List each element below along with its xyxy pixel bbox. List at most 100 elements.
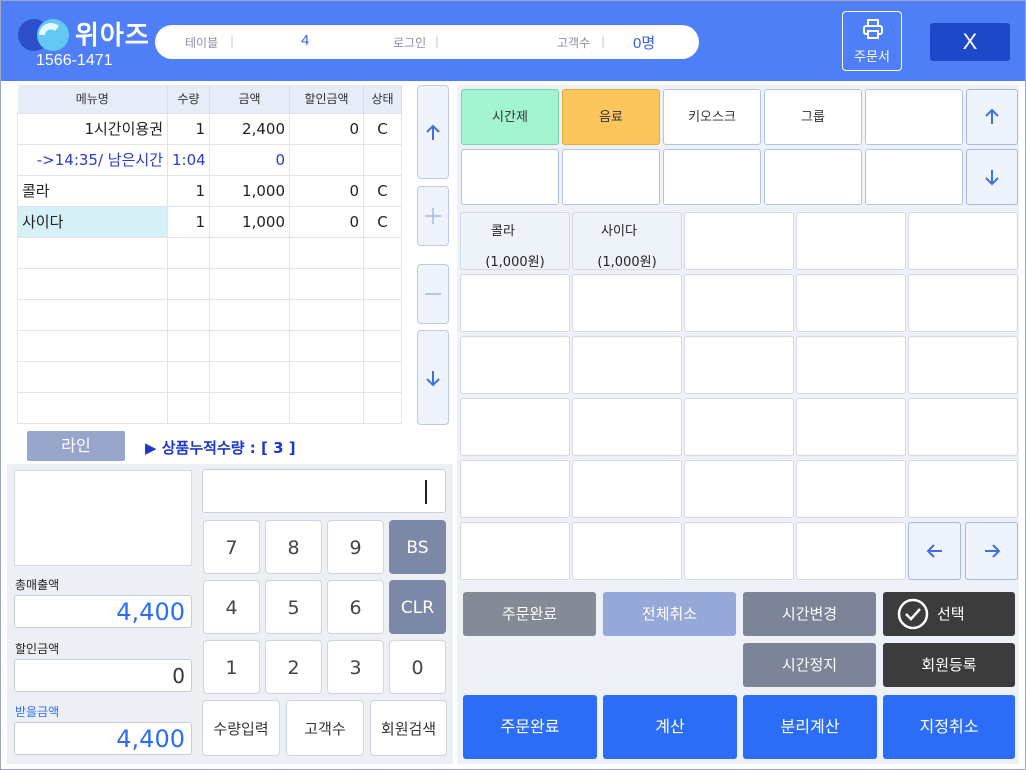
product-cola[interactable]: 콜라 (1,000원) [460, 212, 570, 270]
product-empty[interactable] [796, 274, 906, 332]
clear-key[interactable]: CLR [389, 580, 446, 634]
category-down-button[interactable] [966, 149, 1018, 205]
product-empty[interactable] [908, 460, 1018, 518]
key-2[interactable]: 2 [265, 640, 322, 694]
category-empty[interactable] [865, 149, 963, 205]
key-1[interactable]: 1 [203, 640, 260, 694]
split-payment-button[interactable]: 분리계산 [743, 695, 877, 759]
product-empty[interactable] [460, 522, 570, 580]
line-button[interactable]: 라인 [27, 431, 125, 461]
divider: | [601, 34, 606, 48]
product-empty[interactable] [908, 398, 1018, 456]
product-empty[interactable] [684, 522, 794, 580]
product-empty[interactable] [796, 212, 906, 270]
cell-status [363, 143, 402, 176]
product-empty[interactable] [908, 336, 1018, 394]
print-order-button[interactable]: 주문서 [842, 11, 902, 71]
product-empty[interactable] [908, 212, 1018, 270]
product-empty[interactable] [460, 274, 570, 332]
cell-status: C [363, 205, 402, 238]
key-3[interactable]: 3 [327, 640, 384, 694]
select-button[interactable]: 선택 [883, 592, 1015, 636]
product-empty[interactable] [684, 336, 794, 394]
product-empty[interactable] [460, 460, 570, 518]
table-row[interactable]: ->14:35/ 남은시간 1:04 0 [17, 143, 402, 176]
product-empty[interactable] [908, 274, 1018, 332]
product-empty[interactable] [684, 212, 794, 270]
product-empty[interactable] [684, 274, 794, 332]
quantity-plus-button[interactable] [417, 186, 449, 246]
product-empty[interactable] [460, 398, 570, 456]
table-row[interactable] [17, 298, 402, 331]
table-row[interactable] [17, 267, 402, 300]
product-next-page-button[interactable] [965, 522, 1018, 580]
key-6[interactable]: 6 [327, 580, 384, 634]
calculate-button[interactable]: 계산 [603, 695, 737, 759]
product-name: 사이다 [601, 224, 637, 239]
table-row[interactable] [17, 329, 402, 362]
order-complete-button[interactable]: 주문완료 [463, 695, 597, 759]
category-empty[interactable] [461, 149, 559, 205]
table-row[interactable]: 콜라 1 1,000 0 C [17, 174, 402, 207]
key-7[interactable]: 7 [203, 520, 260, 574]
product-empty[interactable] [684, 398, 794, 456]
product-empty[interactable] [684, 460, 794, 518]
key-5[interactable]: 5 [265, 580, 322, 634]
change-time-button[interactable]: 시간변경 [743, 592, 876, 636]
category-empty[interactable] [865, 89, 963, 145]
category-drinks[interactable]: 음료 [562, 89, 660, 145]
product-empty[interactable] [572, 460, 682, 518]
plus-icon [425, 208, 441, 224]
product-empty[interactable] [460, 336, 570, 394]
order-complete-gray-button[interactable]: 주문완료 [463, 592, 596, 636]
product-empty[interactable] [796, 336, 906, 394]
product-empty[interactable] [796, 460, 906, 518]
table-row[interactable] [17, 360, 402, 393]
customer-count-button[interactable]: 고객수 [286, 700, 364, 756]
product-empty[interactable] [572, 398, 682, 456]
stop-time-button[interactable]: 시간정지 [743, 643, 876, 687]
memo-area[interactable] [14, 470, 192, 566]
product-empty[interactable] [572, 522, 682, 580]
product-price: (1,000원) [597, 255, 657, 270]
key-4[interactable]: 4 [203, 580, 260, 634]
product-empty[interactable] [796, 398, 906, 456]
category-group[interactable]: 그룹 [764, 89, 862, 145]
product-prev-page-button[interactable] [908, 522, 961, 580]
key-0[interactable]: 0 [389, 640, 446, 694]
category-time[interactable]: 시간제 [461, 89, 559, 145]
category-empty[interactable] [562, 149, 660, 205]
product-empty[interactable] [572, 274, 682, 332]
category-empty[interactable] [764, 149, 862, 205]
table-row[interactable] [17, 236, 402, 269]
quantity-minus-button[interactable] [417, 264, 449, 324]
product-empty[interactable] [572, 336, 682, 394]
register-member-button[interactable]: 회원등록 [883, 643, 1015, 687]
quantity-input-button[interactable]: 수량입력 [202, 700, 280, 756]
table-row[interactable] [17, 391, 402, 424]
key-8[interactable]: 8 [265, 520, 322, 574]
number-entry-field[interactable] [202, 469, 446, 513]
category-kiosk[interactable]: 키오스크 [663, 89, 761, 145]
info-pill: 테이블 | 4 로그인 | 고객수 | 0명 [155, 25, 699, 59]
cell-amount: 2,400 [209, 112, 290, 145]
table-row[interactable]: 사이다 1 1,000 0 C [17, 205, 402, 238]
table-row[interactable]: 1시간이용권 1 2,400 0 C [17, 112, 402, 145]
key-9[interactable]: 9 [327, 520, 384, 574]
header-bar: 위아즈 1566-1471 테이블 | 4 로그인 | 고객수 | 0명 주문서… [1, 1, 1025, 81]
category-empty[interactable] [663, 149, 761, 205]
order-table: 메뉴명 수량 금액 할인금액 상태 1시간이용권 1 2,400 0 C ->1… [17, 85, 402, 424]
cancel-all-button[interactable]: 전체취소 [603, 592, 736, 636]
scroll-up-button[interactable] [417, 85, 449, 179]
cell-discount: 0 [289, 174, 364, 207]
product-cider[interactable]: 사이다 (1,000원) [572, 212, 682, 270]
member-search-button[interactable]: 회원검색 [370, 700, 447, 756]
product-empty[interactable] [796, 522, 906, 580]
category-up-button[interactable] [966, 89, 1018, 145]
cell-qty: 1 [167, 112, 210, 145]
close-button[interactable]: X [930, 23, 1010, 61]
cancel-selected-button[interactable]: 지정취소 [883, 695, 1015, 759]
col-header-discount: 할인금액 [289, 85, 364, 113]
scroll-down-button[interactable] [417, 330, 449, 425]
backspace-key[interactable]: BS [389, 520, 446, 574]
